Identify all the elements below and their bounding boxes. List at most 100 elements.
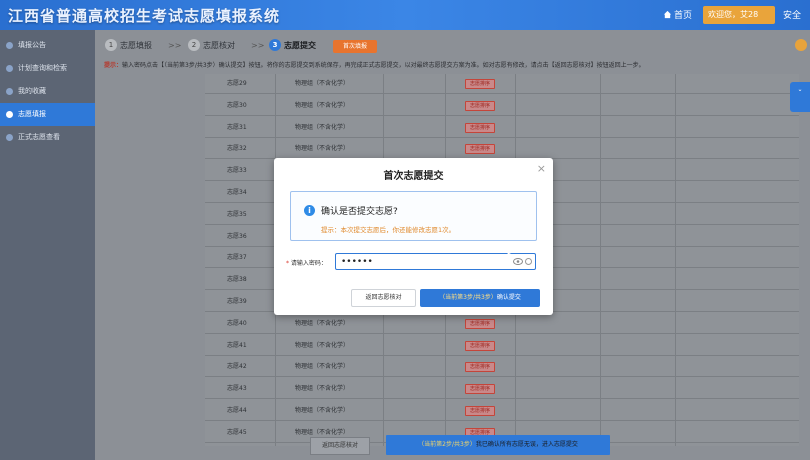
sidebar-item-favorites[interactable]: 我的收藏 [0, 80, 95, 103]
modal-title: 首次志愿提交 [383, 171, 444, 182]
step-separator: >> [251, 41, 265, 50]
back-to-check-button[interactable]: 返回志愿核对 [310, 437, 370, 455]
row-volunteer-name: 志愿38 [227, 276, 247, 284]
sidebar-item-formal-view[interactable]: 正式志愿查看 [0, 126, 95, 149]
home-label: 首页 [674, 11, 693, 21]
confirm-question: 确认是否提交志愿? [321, 207, 398, 217]
row-volunteer-name: 志愿42 [227, 363, 247, 371]
modal-back-button[interactable]: 返回志愿核对 [351, 289, 416, 307]
step-indicator: 1 志愿填报 >> 2 志愿核对 >> 3 志愿提交 [95, 37, 810, 55]
notice-icon [6, 42, 13, 49]
row-volunteer-name: 志愿32 [227, 145, 247, 153]
row-sort-button[interactable]: 志愿排序 [465, 318, 495, 329]
safe-link[interactable]: 安全 [783, 8, 801, 21]
row-sort-button[interactable]: 志愿排序 [465, 362, 495, 373]
row-subject-group: 物理组（不含化学） [295, 123, 350, 131]
confirm-hint: 提示：本次提交志愿后，你还能修改志愿1次。 [321, 226, 456, 234]
row-subject-group: 物理组（不含化学） [295, 407, 350, 414]
row-volunteer-name: 志愿31 [227, 123, 247, 131]
step-label: 志愿核对 [203, 41, 235, 50]
password-input[interactable] [335, 253, 536, 270]
sidebar-item-label: 我的收藏 [18, 87, 46, 95]
enter-submit-button[interactable]: （当前第2步/共3步）我已确认所有志愿无误，进入志愿提交 [386, 435, 610, 455]
row-sort-button[interactable]: 志愿排序 [465, 144, 495, 155]
password-label: * 请输入密码： [286, 258, 327, 267]
row-volunteer-name: 志愿29 [227, 80, 247, 87]
search-icon [6, 65, 13, 72]
row-volunteer-name: 志愿40 [227, 319, 247, 327]
sidebar-item-label: 正式志愿查看 [18, 133, 60, 141]
app-title: 江西省普通高校招生考试志愿填报系统 [8, 7, 281, 25]
welcome-badge[interactable]: 欢迎您，艾28 [703, 6, 775, 24]
star-icon [6, 88, 13, 95]
top-header: 江西省普通高校招生考试志愿填报系统 首页 欢迎您，艾28 安全 [0, 0, 810, 30]
button-text: 确认提交 [496, 294, 521, 301]
row-subject-group: 物理组（不含化学） [295, 319, 350, 327]
table-row: 志愿29 物理组（不含化学） 志愿排序 [205, 74, 799, 94]
table-row: 志愿31 物理组（不含化学） 志愿排序 [205, 118, 799, 138]
sidebar: 填报公告 计划查询和检索 我的收藏 志愿填报 正式志愿查看 [0, 30, 95, 460]
row-volunteer-name: 志愿41 [227, 341, 247, 349]
first-fill-tag: 首次填报 [333, 40, 377, 53]
eye-icon[interactable] [513, 257, 523, 266]
tip-prefix: 提示： [104, 62, 123, 69]
sidebar-item-label: 志愿填报 [18, 110, 46, 118]
row-volunteer-name: 志愿36 [227, 232, 247, 240]
row-subject-group: 物理组（不含化学） [295, 80, 350, 87]
row-volunteer-name: 志愿35 [227, 210, 247, 218]
submit-modal: 首次志愿提交 × i 确认是否提交志愿? 提示：本次提交志愿后，你还能修改志愿1… [274, 158, 553, 315]
clear-icon[interactable] [525, 258, 532, 265]
edit-icon [6, 111, 13, 118]
sidebar-item-fill[interactable]: 志愿填报 [0, 103, 95, 126]
step-number: 1 [105, 39, 117, 51]
floating-side-button[interactable]: ⌄ [790, 82, 810, 112]
sidebar-item-plan-search[interactable]: 计划查询和检索 [0, 57, 95, 80]
row-subject-group: 物理组（不含化学） [295, 101, 350, 109]
help-icon[interactable] [795, 39, 807, 51]
row-sort-button[interactable]: 志愿排序 [465, 384, 495, 395]
step-1: 1 志愿填报 [105, 37, 152, 55]
row-subject-group: 物理组（不含化学） [295, 341, 350, 349]
table-row: 志愿43 物理组（不含化学） 志愿排序 [205, 379, 799, 400]
sidebar-item-label: 填报公告 [18, 41, 46, 49]
row-sort-button[interactable]: 志愿排序 [465, 406, 495, 416]
table-row: 志愿40 物理组（不含化学） 志愿排序 [205, 314, 799, 334]
button-step-text: （当前第3步/共3步） [439, 294, 497, 301]
row-volunteer-name: 志愿33 [227, 167, 247, 175]
button-text: 我已确认所有志愿无误，进入志愿提交 [475, 441, 578, 448]
home-icon [663, 10, 672, 19]
table-row: 志愿30 物理组（不含化学） 志愿排序 [205, 96, 799, 116]
close-icon[interactable]: × [537, 162, 546, 175]
info-icon: i [304, 205, 315, 216]
row-subject-group: 物理组（不含化学） [295, 385, 350, 393]
confirm-submit-button[interactable]: （当前第3步/共3步）确认提交 [420, 289, 540, 307]
table-row: 志愿41 物理组（不含化学） 志愿排序 [205, 336, 799, 356]
row-subject-group: 物理组（不含化学） [295, 145, 350, 153]
row-volunteer-name: 志愿30 [227, 101, 247, 109]
step-label: 志愿填报 [120, 41, 152, 50]
row-sort-button[interactable]: 志愿排序 [465, 100, 495, 111]
table-row: 志愿44 物理组（不含化学） 志愿排序 [205, 401, 799, 421]
row-volunteer-name: 志愿34 [227, 189, 247, 196]
home-link[interactable]: 首页 [663, 8, 692, 21]
row-sort-button[interactable]: 志愿排序 [465, 79, 495, 89]
tip-body: 输入密码点击【（当前第3步/共3步）确认提交】按钮。将你的志愿提交到系统保存，再… [122, 62, 645, 69]
table-row: 志愿42 物理组（不含化学） 志愿排序 [205, 357, 799, 378]
step-2: 2 志愿核对 [188, 37, 235, 55]
table-row: 志愿32 物理组（不含化学） 志愿排序 [205, 139, 799, 160]
confirm-message-box: i 确认是否提交志愿? 提示：本次提交志愿后，你还能修改志愿1次。 [290, 191, 537, 241]
step-separator: >> [168, 41, 182, 50]
required-mark: * [286, 260, 289, 267]
sidebar-item-label: 计划查询和检索 [18, 64, 67, 72]
row-sort-button[interactable]: 志愿排序 [465, 340, 495, 351]
row-volunteer-name: 志愿43 [227, 385, 247, 393]
password-label-text: 请输入密码： [290, 260, 327, 267]
sidebar-item-notice[interactable]: 填报公告 [0, 34, 95, 57]
row-volunteer-name: 志愿37 [227, 254, 247, 262]
row-subject-group: 物理组（不含化学） [295, 363, 350, 371]
step-number: 2 [188, 39, 200, 51]
step-number: 3 [269, 39, 281, 51]
row-sort-button[interactable]: 志愿排序 [465, 122, 495, 133]
document-icon [6, 134, 13, 141]
step-3: 3 志愿提交 [269, 37, 316, 55]
